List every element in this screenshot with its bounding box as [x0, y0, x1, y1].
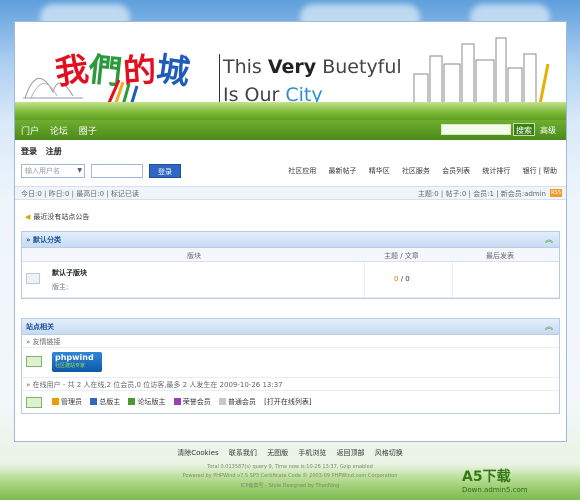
tagline-line-1: This Very Buetyful: [223, 56, 402, 78]
speaker-icon: ◀: [25, 213, 31, 221]
forum-stats: 主题:0 | 帖子:0 | 会员:1 | 新会员:admin: [417, 190, 546, 198]
nav-forum[interactable]: 论坛: [50, 127, 68, 137]
a5-watermark: A5下载 Down.admin5.com: [462, 469, 528, 494]
banner-grass: [15, 102, 566, 120]
portal-links: 门户 论坛 圈子: [21, 124, 105, 137]
contact-link[interactable]: 联系我们: [229, 449, 257, 457]
nav-portal[interactable]: 门户: [21, 127, 39, 137]
nav-bank[interactable]: 银行: [523, 167, 537, 175]
legend-admin: 管理员: [52, 398, 82, 406]
search-button[interactable]: 搜索: [513, 123, 535, 136]
col-forum: 版块: [187, 252, 201, 260]
footer-links: 清除Cookies 联系我们 无图版 手机浏览 返回顶部 风格切换: [0, 448, 580, 458]
rss-icon[interactable]: RSS: [550, 189, 562, 197]
login-row: 输入用户名 ▼ 登录 社区应用 最新帖子 精华区 社区服务 会员列表 统计排行 …: [21, 164, 561, 180]
online-users-header: » 在线用户 - 共 2 人在线,2 位会员,0 位访客,最多 2 人发生在 2…: [22, 378, 559, 391]
forum-status-icon: [26, 273, 40, 284]
nav-stats[interactable]: 统计排行: [482, 167, 510, 175]
nav-help[interactable]: 帮助: [543, 167, 557, 175]
password-input[interactable]: [91, 164, 143, 178]
collapse-icon[interactable]: ︽: [545, 321, 553, 332]
member-legend: 管理员 总版主 论坛版主 荣誉会员 普通会员 [打开在线列表]: [52, 397, 312, 407]
forum-row: 默认子版块 版主: 0 / 0: [22, 262, 559, 298]
mobile-link[interactable]: 手机浏览: [298, 449, 326, 457]
legend-super-mod: 总版主: [90, 398, 120, 406]
login-link[interactable]: 登录: [21, 147, 37, 156]
normal-member-icon: [218, 398, 226, 405]
style-switch-link[interactable]: 风格切换: [375, 449, 403, 457]
login-button[interactable]: 登录: [149, 164, 181, 178]
default-category-section: » 默认分类 ︽ 版块 主题 / 文章 最后发表 默认子版块 版主: 0 / 0: [21, 231, 560, 299]
phpwind-logo[interactable]: phpwind 社区建站专家: [52, 352, 102, 372]
section-header: » 默认分类 ︽: [22, 232, 559, 248]
text-version-link[interactable]: 无图版: [267, 449, 288, 457]
nav-services[interactable]: 社区服务: [402, 167, 430, 175]
super-mod-icon: [90, 398, 98, 405]
back-to-top-link[interactable]: 返回顶部: [337, 449, 365, 457]
advanced-search-link[interactable]: 高级: [540, 125, 556, 136]
col-last-post: 最后发表: [486, 252, 514, 260]
online-icon: [26, 397, 42, 408]
forum-name[interactable]: 默认子版块: [52, 268, 87, 278]
search-input[interactable]: [441, 124, 511, 135]
legend-honor: 荣誉会员: [173, 398, 211, 406]
auth-links: 登录 注册: [21, 146, 68, 157]
nav-apps[interactable]: 社区应用: [288, 167, 316, 175]
online-legend-row: 管理员 总版主 论坛版主 荣誉会员 普通会员 [打开在线列表]: [22, 391, 559, 413]
nav-digest[interactable]: 精华区: [369, 167, 390, 175]
site-banner: 我們的城 This Very Buetyful Is Our City: [15, 22, 566, 120]
open-online-list-link[interactable]: [打开在线列表]: [264, 398, 311, 406]
main-nav: 社区应用 最新帖子 精华区 社区服务 会员列表 统计排行 银行 | 帮助: [288, 167, 557, 175]
section-title: 站点相关: [26, 323, 54, 331]
legend-normal: 普通会员: [218, 398, 256, 406]
collapse-icon[interactable]: ︽: [545, 234, 553, 245]
nav-circle[interactable]: 圈子: [79, 127, 97, 137]
daily-stats: 今日:0 | 昨日:0 | 最高日:0 | 标记已读: [21, 190, 139, 198]
top-nav-bar: 门户 论坛 圈子 搜索 高级: [15, 120, 566, 140]
col-topics: 主题 / 文章: [384, 252, 419, 260]
forum-mod-icon: [128, 398, 136, 405]
column-divider: [364, 262, 365, 298]
admin-icon: [52, 398, 59, 405]
forum-count: 0 / 0: [394, 275, 410, 283]
site-info-section: 站点相关 ︽ » 友情链接 phpwind 社区建站专家 » 在线用户 - 共 2…: [21, 318, 560, 414]
clear-cookies-link[interactable]: 清除Cookies: [177, 449, 218, 457]
friend-links-row: phpwind 社区建站专家: [22, 348, 559, 378]
stats-bar: 今日:0 | 昨日:0 | 最高日:0 | 标记已读 主题:0 | 帖子:0 |…: [15, 186, 566, 200]
username-select[interactable]: 输入用户名 ▼: [21, 164, 85, 178]
honor-member-icon: [173, 398, 181, 405]
legend-forum-mod: 论坛版主: [128, 398, 165, 406]
nav-members[interactable]: 会员列表: [442, 167, 470, 175]
section-header: 站点相关 ︽: [22, 319, 559, 335]
register-link[interactable]: 注册: [46, 147, 62, 156]
chevron-down-icon: ▼: [77, 167, 82, 174]
nav-latest-posts[interactable]: 最新帖子: [328, 167, 356, 175]
forum-moderator: 版主:: [52, 283, 69, 291]
column-headers: 版块 主题 / 文章 最后发表: [22, 248, 559, 262]
friend-links-header: » 友情链接: [22, 335, 559, 348]
city-skyline-illustration: [413, 37, 550, 104]
section-title[interactable]: » 默认分类: [26, 235, 61, 245]
announcement: ◀ 最近没有站点公告: [25, 213, 90, 221]
links-icon: [26, 356, 42, 367]
page-container: 我們的城 This Very Buetyful Is Our City 门户 论…: [14, 21, 567, 442]
column-divider: [452, 262, 453, 298]
